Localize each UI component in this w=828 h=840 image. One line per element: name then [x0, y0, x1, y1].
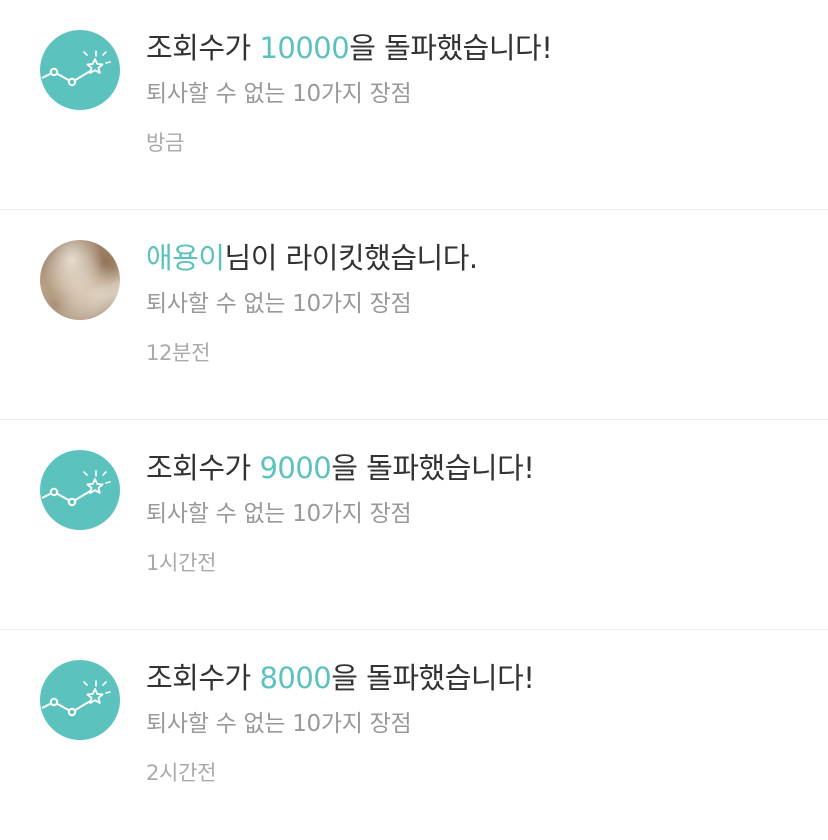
notification-item[interactable]: 조회수가 10000을 돌파했습니다! 퇴사할 수 없는 10가지 장점 방금 — [0, 0, 828, 210]
notification-content: 조회수가 8000을 돌파했습니다! 퇴사할 수 없는 10가지 장점 2시간전 — [146, 660, 808, 786]
notification-item[interactable]: 애용이님이 라이킷했습니다. 퇴사할 수 없는 10가지 장점 12분전 — [0, 210, 828, 420]
notification-item[interactable]: 조회수가 8000을 돌파했습니다! 퇴사할 수 없는 10가지 장점 2시간전 — [0, 630, 828, 840]
article-title: 퇴사할 수 없는 10가지 장점 — [146, 501, 412, 527]
notification-title: 조회수가 8000을 돌파했습니다! — [146, 660, 808, 696]
notification-time: 1시간전 — [146, 551, 217, 575]
notification-list: 조회수가 10000을 돌파했습니다! 퇴사할 수 없는 10가지 장점 방금 … — [0, 0, 828, 840]
title-prefix: 조회수가 — [146, 31, 260, 65]
chart-star-icon — [40, 660, 120, 740]
user-avatar[interactable] — [40, 240, 120, 320]
chart-star-icon — [40, 30, 120, 110]
notification-title: 애용이님이 라이킷했습니다. — [146, 240, 808, 276]
notification-content: 조회수가 10000을 돌파했습니다! 퇴사할 수 없는 10가지 장점 방금 — [146, 30, 808, 156]
title-prefix: 조회수가 — [146, 661, 260, 695]
view-count-highlight: 8000 — [259, 661, 332, 695]
article-title: 퇴사할 수 없는 10가지 장점 — [146, 291, 412, 317]
title-prefix: 조회수가 — [146, 451, 260, 485]
title-suffix: 을 돌파했습니다! — [331, 661, 535, 695]
notification-title: 조회수가 10000을 돌파했습니다! — [146, 30, 808, 66]
notification-title: 조회수가 9000을 돌파했습니다! — [146, 450, 808, 486]
title-suffix: 님이 라이킷했습니다. — [224, 241, 479, 275]
notification-time: 방금 — [146, 131, 185, 155]
view-count-highlight: 9000 — [259, 451, 332, 485]
article-title: 퇴사할 수 없는 10가지 장점 — [146, 81, 412, 107]
title-suffix: 을 돌파했습니다! — [331, 451, 535, 485]
notification-time: 12분전 — [146, 341, 211, 365]
notification-time: 2시간전 — [146, 761, 217, 785]
title-suffix: 을 돌파했습니다! — [349, 31, 553, 65]
chart-star-icon — [40, 450, 120, 530]
view-count-highlight: 10000 — [259, 31, 350, 65]
article-title: 퇴사할 수 없는 10가지 장점 — [146, 711, 412, 737]
notification-content: 애용이님이 라이킷했습니다. 퇴사할 수 없는 10가지 장점 12분전 — [146, 240, 808, 366]
notification-content: 조회수가 9000을 돌파했습니다! 퇴사할 수 없는 10가지 장점 1시간전 — [146, 450, 808, 576]
user-name-link[interactable]: 애용이 — [146, 241, 225, 275]
notification-item[interactable]: 조회수가 9000을 돌파했습니다! 퇴사할 수 없는 10가지 장점 1시간전 — [0, 420, 828, 630]
